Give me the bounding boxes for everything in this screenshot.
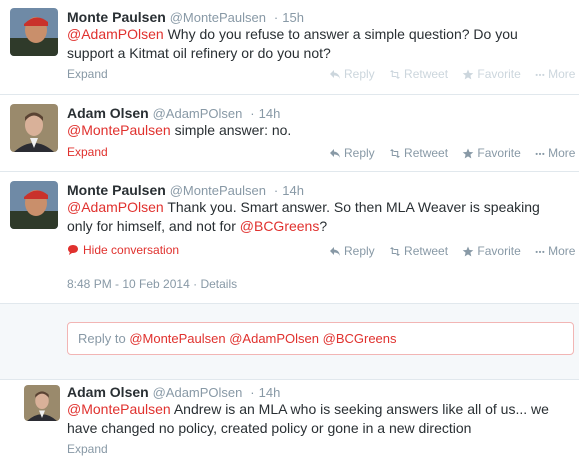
reply-button[interactable]: Reply <box>329 67 375 81</box>
retweet-button[interactable]: Retweet <box>389 67 448 81</box>
avatar-monte-paulsen[interactable] <box>10 181 58 229</box>
author-name[interactable]: Adam Olsen <box>67 105 149 121</box>
retweet-icon <box>390 69 401 79</box>
tweet-4[interactable]: Adam Olsen @AdamPOlsen · 14h @MontePaulse… <box>0 379 579 457</box>
avatar-monte-paulsen[interactable] <box>10 8 58 56</box>
tweet-actions: Reply Retweet Favorite More <box>329 244 579 260</box>
expand-link[interactable]: Expand <box>67 67 108 81</box>
tweet-time[interactable]: 14h <box>259 106 281 121</box>
author-username[interactable]: @AdamPOlsen <box>153 106 243 121</box>
mention-link[interactable]: @AdamPOlsen <box>67 199 164 215</box>
reply-button[interactable]: Reply <box>329 244 375 258</box>
more-button[interactable]: More <box>535 67 575 81</box>
reply-arrow-icon <box>330 148 340 158</box>
tweet-text: @AdamPOlsen Thank you. Smart answer. So … <box>67 198 567 236</box>
separator-dot: · <box>273 10 279 25</box>
reply-prefix: Reply to <box>78 331 130 346</box>
ellipsis-icon <box>535 73 545 76</box>
details-link[interactable]: Details <box>200 277 237 291</box>
mention-link[interactable]: @AdamPOlsen <box>67 26 164 42</box>
author-username[interactable]: @AdamPOlsen <box>153 385 243 400</box>
tweet-text: @AdamPOlsen Why do you refuse to answer … <box>67 25 567 63</box>
retweet-icon <box>390 148 401 158</box>
speech-bubble-icon <box>68 245 78 255</box>
separator-dot: · <box>250 385 255 400</box>
tweet-body-end: ? <box>319 218 328 234</box>
star-icon <box>463 148 474 158</box>
retweet-button[interactable]: Retweet <box>389 146 448 160</box>
ellipsis-icon <box>535 152 545 155</box>
tweet-datetime[interactable]: 8:48 PM - 10 Feb 2014 <box>67 277 190 291</box>
tweet-3[interactable]: Monte Paulsen @MontePaulsen · 14h @AdamPO… <box>0 173 579 304</box>
tweet-body: simple answer: no. <box>170 122 292 138</box>
expand-link[interactable]: Expand <box>67 442 108 456</box>
tweet-actions: Reply Retweet Favorite More <box>329 67 579 83</box>
author-name[interactable]: Adam Olsen <box>67 384 149 400</box>
avatar-adam-olsen[interactable] <box>24 385 60 421</box>
favorite-button[interactable]: Favorite <box>462 146 521 160</box>
mention-link[interactable]: @MontePaulsen <box>67 122 171 138</box>
tweet-3-expanded: Monte Paulsen @MontePaulsen · 14h @AdamPO… <box>0 173 579 379</box>
star-icon <box>463 246 474 256</box>
author-name[interactable]: Monte Paulsen <box>67 182 166 198</box>
more-button[interactable]: More <box>535 146 575 160</box>
author-username[interactable]: @MontePaulsen <box>170 10 266 25</box>
separator-dot: · <box>273 183 279 198</box>
hide-conversation-link[interactable]: Hide conversation <box>67 243 179 257</box>
favorite-button[interactable]: Favorite <box>462 67 521 81</box>
reply-arrow-icon <box>330 246 340 256</box>
tweet-1[interactable]: Monte Paulsen @MontePaulsen · 15h @AdamPO… <box>0 0 579 95</box>
tweet-time[interactable]: 14h <box>282 183 304 198</box>
more-button[interactable]: More <box>535 244 575 258</box>
favorite-button[interactable]: Favorite <box>462 244 521 258</box>
tweet-2[interactable]: Adam Olsen @AdamPOlsen · 14h @MontePaulse… <box>0 96 579 172</box>
expand-link[interactable]: Expand <box>67 145 108 159</box>
reply-arrow-icon <box>330 69 340 79</box>
author-username[interactable]: @MontePaulsen <box>170 183 266 198</box>
tweet-text: @MontePaulsen Andrew is an MLA who is se… <box>67 400 567 438</box>
retweet-button[interactable]: Retweet <box>389 244 448 258</box>
reply-input[interactable]: Reply to @MontePaulsen @AdamPOlsen @BCGr… <box>67 322 574 355</box>
mention-link[interactable]: @MontePaulsen <box>67 401 171 417</box>
mention-link-bcgreens[interactable]: @BCGreens <box>240 218 320 234</box>
tweet-time[interactable]: 14h <box>259 385 281 400</box>
avatar-adam-olsen[interactable] <box>10 104 58 152</box>
reply-mentions: @MontePaulsen @AdamPOlsen @BCGreens <box>129 331 397 346</box>
separator-dot: · <box>250 106 255 121</box>
author-name[interactable]: Monte Paulsen <box>67 9 166 25</box>
star-icon <box>463 69 474 79</box>
tweet-meta: 8:48 PM - 10 Feb 2014 · Details <box>67 277 237 291</box>
tweet-actions: Reply Retweet Favorite More <box>329 146 579 162</box>
tweet-time[interactable]: 15h <box>282 10 304 25</box>
tweet-text: @MontePaulsen simple answer: no. <box>67 121 567 140</box>
retweet-icon <box>390 246 401 256</box>
ellipsis-icon <box>535 250 545 253</box>
reply-button[interactable]: Reply <box>329 146 375 160</box>
